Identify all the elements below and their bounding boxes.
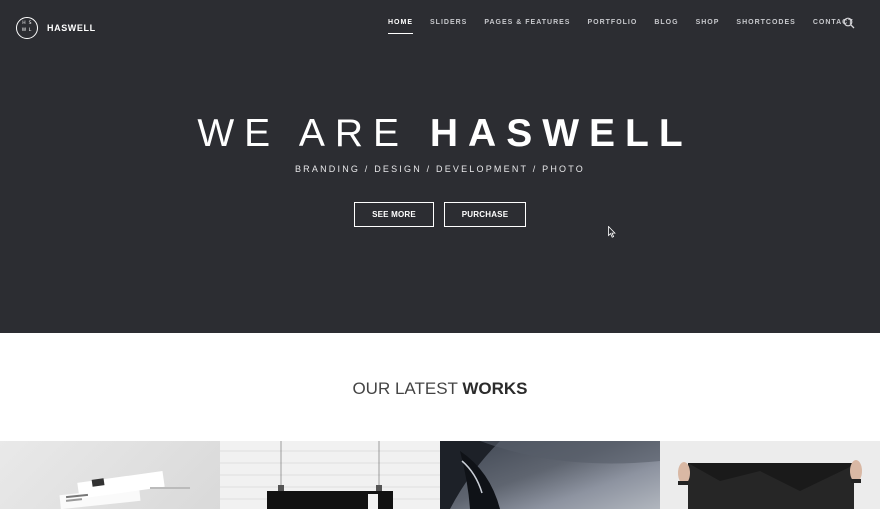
hero-headline-bold: HASWELL [429, 112, 693, 155]
see-more-button[interactable]: SEE MORE [354, 202, 434, 227]
logo[interactable]: H S W L HASWELL [16, 17, 96, 39]
nav-item-blog[interactable]: BLOG [654, 19, 678, 26]
mouse-cursor-icon [608, 226, 616, 238]
latest-works-title-light: OUR LATEST [352, 379, 458, 398]
works-gallery [0, 441, 880, 509]
main-nav: HOME SLIDERS PAGES & FEATURES PORTFOLIO … [388, 19, 871, 34]
work-item-hands-poster[interactable] [660, 441, 880, 509]
logo-mark-letter: L [28, 28, 32, 34]
car-headlight-image [440, 441, 660, 509]
hands-poster-image [678, 460, 862, 509]
logo-mark-letter: H [22, 21, 26, 27]
brick-wall-image [220, 441, 440, 509]
nav-item-home[interactable]: HOME [388, 19, 413, 34]
work-item-car[interactable] [440, 441, 660, 509]
search-icon[interactable] [843, 17, 855, 29]
hero-section: H S W L HASWELL HOME SLIDERS PAGES & FEA… [0, 0, 880, 333]
logo-text: HASWELL [47, 23, 96, 33]
nav-item-sliders[interactable]: SLIDERS [430, 19, 467, 26]
hero-subline: BRANDING / DESIGN / DEVELOPMENT / PHOTO [294, 164, 585, 174]
stationery-image [59, 470, 190, 509]
purchase-button[interactable]: PURCHASE [444, 202, 526, 227]
nav-item-shop[interactable]: SHOP [696, 19, 720, 26]
nav-item-portfolio[interactable]: PORTFOLIO [587, 19, 637, 26]
nav-item-shortcodes[interactable]: SHORTCODES [736, 19, 795, 26]
hero-headline: WE ARE HASWELL [0, 114, 880, 153]
work-item-poster-wall[interactable] [220, 441, 440, 509]
latest-works-title-bold: WORKS [462, 379, 528, 398]
logo-mark-letter: S [28, 21, 32, 27]
latest-works-title: OUR LATEST WORKS [0, 379, 880, 399]
logo-mark: H S W L [16, 17, 38, 39]
hero-headline-light: WE ARE [197, 112, 410, 155]
work-item-stationery[interactable] [0, 441, 220, 509]
nav-item-pages-features[interactable]: PAGES & FEATURES [484, 19, 570, 26]
logo-mark-letter: W [21, 28, 27, 34]
